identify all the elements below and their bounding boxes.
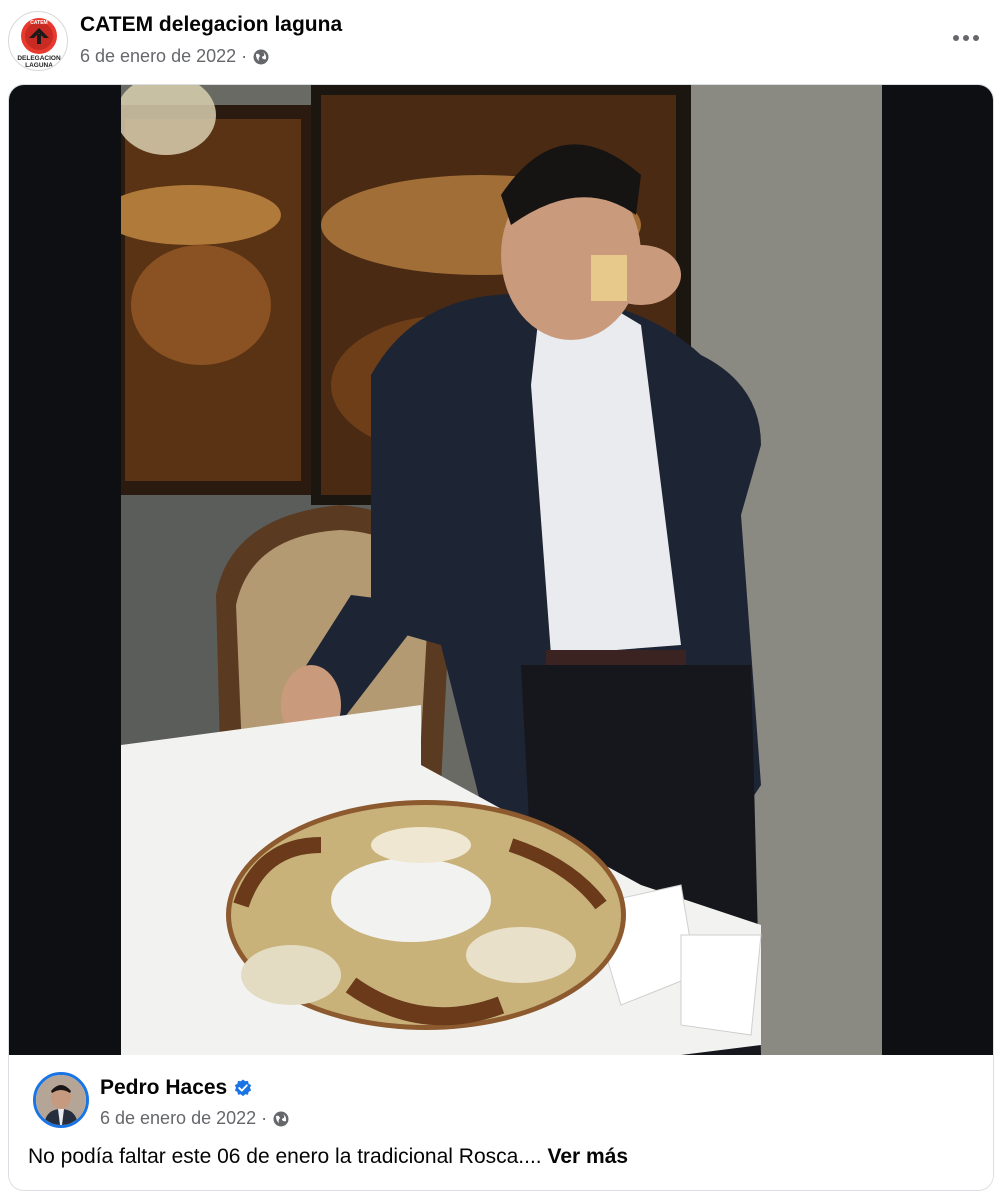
- post-text: No podía faltar este 06 de enero la trad…: [28, 1145, 628, 1169]
- meta-separator: ·: [241, 46, 248, 66]
- author-name-row: Pedro Haces: [100, 1076, 252, 1100]
- shared-post-meta: 6 de enero de 2022 ·: [100, 1108, 290, 1129]
- author-name-link[interactable]: Pedro Haces: [100, 1076, 227, 1100]
- page-avatar[interactable]: CATEM DELEGACION LAGUNA: [8, 11, 68, 71]
- shared-date-link[interactable]: 6 de enero de 2022: [100, 1108, 256, 1129]
- page-name-link[interactable]: CATEM delegacion laguna: [80, 13, 342, 37]
- avatar-label-line1: DELEGACION: [17, 55, 61, 62]
- author-avatar[interactable]: [33, 1072, 89, 1128]
- post-date-link[interactable]: 6 de enero de 2022: [80, 46, 236, 67]
- avatar-logo-text: CATEM: [30, 20, 47, 26]
- shared-post-footer: Pedro Haces 6 de enero de 2022 · No podí…: [9, 1055, 993, 1190]
- post-meta: 6 de enero de 2022 ·: [80, 46, 270, 67]
- more-options-button[interactable]: [942, 20, 990, 56]
- globe-icon[interactable]: [252, 48, 270, 66]
- more-options-icon: [953, 35, 979, 41]
- post-photo[interactable]: [121, 85, 882, 1055]
- shared-post-card[interactable]: Pedro Haces 6 de enero de 2022 · No podí…: [8, 84, 994, 1191]
- photo-area[interactable]: [9, 85, 993, 1055]
- avatar-label-line2: LAGUNA: [25, 62, 53, 69]
- post-text-body: No podía faltar este 06 de enero la trad…: [28, 1145, 548, 1168]
- globe-icon[interactable]: [272, 1110, 290, 1128]
- meta-separator: ·: [261, 1108, 268, 1128]
- see-more-link[interactable]: Ver más: [547, 1145, 628, 1168]
- post-header: CATEM DELEGACION LAGUNA CATEM delegacion…: [0, 0, 1006, 84]
- verified-badge-icon: [234, 1079, 252, 1097]
